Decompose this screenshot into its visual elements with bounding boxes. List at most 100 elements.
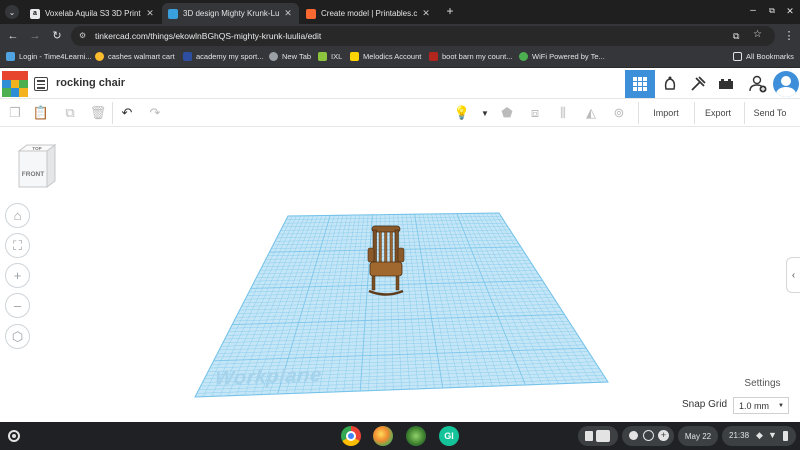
restore-window-icon[interactable]: ⧉ bbox=[766, 5, 778, 17]
back-arrow-icon[interactable]: ← bbox=[6, 29, 20, 43]
tab-printables[interactable]: Create model | Printables.com ✕ bbox=[300, 3, 437, 24]
game-app-icon[interactable] bbox=[406, 426, 426, 446]
tab-title: 3D design Mighty Krunk-Luulia bbox=[183, 9, 279, 18]
export-button[interactable]: Export bbox=[697, 103, 739, 123]
grammarly-app-icon[interactable]: Gl bbox=[439, 426, 459, 446]
forward-arrow-icon[interactable]: → bbox=[28, 29, 42, 43]
zoom-in-icon[interactable]: + bbox=[5, 263, 30, 288]
view-cube-top-label: TOP bbox=[32, 146, 42, 151]
status-tray[interactable]: 21:38 ◆ ▼ bbox=[722, 426, 796, 446]
date-tray[interactable]: May 22 bbox=[678, 426, 718, 446]
delete-icon[interactable]: 🗑 bbox=[88, 103, 108, 123]
design-title[interactable]: rocking chair bbox=[56, 77, 125, 89]
rocking-chair-model[interactable] bbox=[359, 222, 419, 302]
view-cube[interactable]: TOP FRONT bbox=[17, 143, 57, 188]
launcher-icon[interactable] bbox=[8, 430, 20, 442]
browser-menu-icon[interactable]: ⋮ bbox=[783, 29, 795, 43]
close-tab-icon[interactable]: ✕ bbox=[145, 8, 155, 19]
address-bar[interactable]: ⚙ tinkercad.com/things/ekowlnBGhQS-might… bbox=[71, 26, 775, 46]
align-icon[interactable]: ⫼ bbox=[553, 103, 573, 123]
bookmark-favicon-icon bbox=[318, 52, 327, 61]
send-to-button[interactable]: Send To bbox=[747, 103, 793, 123]
paste-icon[interactable]: 📋 bbox=[31, 103, 51, 123]
chromeos-shelf: Gl + May 22 21:38 ◆ ▼ bbox=[0, 422, 800, 450]
bookmark-item[interactable]: Login - Time4Learni... bbox=[6, 52, 92, 61]
install-app-icon[interactable]: ⧉ bbox=[733, 30, 745, 42]
bricks-mode-icon[interactable] bbox=[684, 70, 712, 98]
group-icon[interactable]: ⬟ bbox=[497, 103, 517, 123]
media-tray[interactable]: + bbox=[622, 426, 674, 446]
light-bulb-icon[interactable]: 💡 bbox=[452, 103, 472, 123]
bookmark-favicon-icon bbox=[519, 52, 528, 61]
tab-voxelab[interactable]: a Voxelab Aquila S3 3D Printer - ✕ bbox=[24, 3, 161, 24]
reload-icon[interactable]: ↻ bbox=[50, 29, 64, 43]
3d-view-grid-icon[interactable] bbox=[625, 70, 655, 98]
bookmarks-bar: Login - Time4Learni... cashes walmart ca… bbox=[0, 48, 800, 68]
bookmark-item[interactable]: academy my sport... bbox=[183, 52, 264, 61]
bookmark-label: academy my sport... bbox=[196, 52, 264, 61]
redo-icon[interactable]: ↷ bbox=[145, 103, 165, 123]
bookmark-item[interactable]: New Tab bbox=[269, 52, 311, 61]
close-tab-icon[interactable]: ✕ bbox=[421, 8, 431, 19]
shapes-panel-toggle-icon[interactable]: ‹ bbox=[786, 257, 800, 293]
bookmark-item[interactable]: boot barn my count... bbox=[429, 52, 512, 61]
mirror-icon[interactable]: ◭ bbox=[581, 103, 601, 123]
new-tab-button[interactable]: + bbox=[443, 4, 457, 18]
bookmark-favicon-icon bbox=[269, 52, 278, 61]
toolbar-divider bbox=[744, 102, 745, 124]
minimize-window-icon[interactable]: – bbox=[747, 5, 759, 17]
tab-title: Create model | Printables.com bbox=[321, 9, 417, 18]
chrome-app-icon[interactable] bbox=[341, 426, 361, 446]
cruise-icon[interactable]: ⊚ bbox=[609, 103, 629, 123]
duplicate-icon[interactable]: ⧉ bbox=[60, 103, 80, 123]
toolbar-divider bbox=[112, 102, 113, 124]
all-bookmarks-button[interactable]: All Bookmarks bbox=[733, 52, 794, 61]
tab-search-button[interactable]: ⌄ bbox=[5, 5, 19, 19]
snap-grid-label: Snap Grid bbox=[682, 399, 728, 410]
tab-tinkercad[interactable]: 3D design Mighty Krunk-Luulia ✕ bbox=[162, 3, 299, 24]
file-icon bbox=[596, 430, 610, 442]
bookmark-label: New Tab bbox=[282, 52, 312, 61]
close-window-icon[interactable]: ✕ bbox=[784, 5, 796, 17]
bookmark-label: Melodics Account bbox=[363, 52, 422, 61]
workplane-label: Workplane bbox=[213, 364, 323, 390]
photos-app-icon[interactable] bbox=[373, 426, 393, 446]
fit-view-icon[interactable]: ⛶ bbox=[5, 233, 30, 258]
notes-dropdown-icon[interactable]: ▼ bbox=[475, 103, 495, 123]
time-text: 21:38 bbox=[729, 431, 750, 440]
url-text: tinkercad.com/things/ekowlnBGhQS-mighty-… bbox=[95, 31, 322, 41]
perspective-view-icon[interactable]: ⬡ bbox=[5, 324, 30, 349]
home-view-icon[interactable]: ⌂ bbox=[5, 203, 30, 228]
bookmark-label: cashes walmart cart bbox=[108, 52, 175, 61]
blocks-mode-icon[interactable] bbox=[656, 70, 684, 98]
tinkercad-favicon-icon bbox=[168, 8, 178, 19]
design-menu-icon[interactable] bbox=[34, 77, 48, 91]
browser-toolbar: ← → ↻ ⚙ tinkercad.com/things/ekowlnBGhQS… bbox=[0, 24, 800, 48]
import-button[interactable]: Import bbox=[643, 103, 689, 123]
sim-lab-icon[interactable] bbox=[712, 70, 740, 98]
copy-icon[interactable]: ❐ bbox=[5, 103, 25, 123]
bookmark-favicon-icon bbox=[183, 52, 192, 61]
bookmark-favicon-icon bbox=[95, 52, 104, 61]
bookmark-item[interactable]: Melodics Account bbox=[350, 52, 421, 61]
3d-viewport[interactable]: TOP FRONT ⌂ ⛶ + – ⬡ Workplane ‹ Settings… bbox=[0, 127, 800, 422]
zoom-out-icon[interactable]: – bbox=[5, 293, 30, 318]
user-avatar[interactable] bbox=[773, 71, 799, 97]
settings-button[interactable]: Settings bbox=[735, 374, 790, 392]
holding-space-tray[interactable] bbox=[578, 426, 618, 446]
site-info-icon[interactable]: ⚙ bbox=[79, 31, 89, 41]
bookmark-item[interactable]: cashes walmart cart bbox=[95, 52, 175, 61]
undo-icon[interactable]: ↶ bbox=[117, 103, 137, 123]
tinkercad-logo[interactable] bbox=[2, 71, 28, 97]
battery-icon bbox=[783, 431, 788, 441]
bookmark-item[interactable]: IXL bbox=[318, 52, 342, 61]
close-tab-icon[interactable]: ✕ bbox=[283, 8, 293, 19]
bookmark-item[interactable]: WiFi Powered by Te... bbox=[519, 52, 605, 61]
bookmark-label: boot barn my count... bbox=[442, 52, 513, 61]
invite-user-icon[interactable] bbox=[744, 70, 772, 98]
ungroup-icon[interactable]: ⧈ bbox=[525, 103, 545, 123]
snap-grid-select[interactable]: 1.0 mm ▼ bbox=[733, 397, 789, 414]
toolbar-divider bbox=[694, 102, 695, 124]
date-text: May 22 bbox=[684, 431, 712, 441]
bookmark-star-icon[interactable]: ☆ bbox=[753, 29, 765, 41]
